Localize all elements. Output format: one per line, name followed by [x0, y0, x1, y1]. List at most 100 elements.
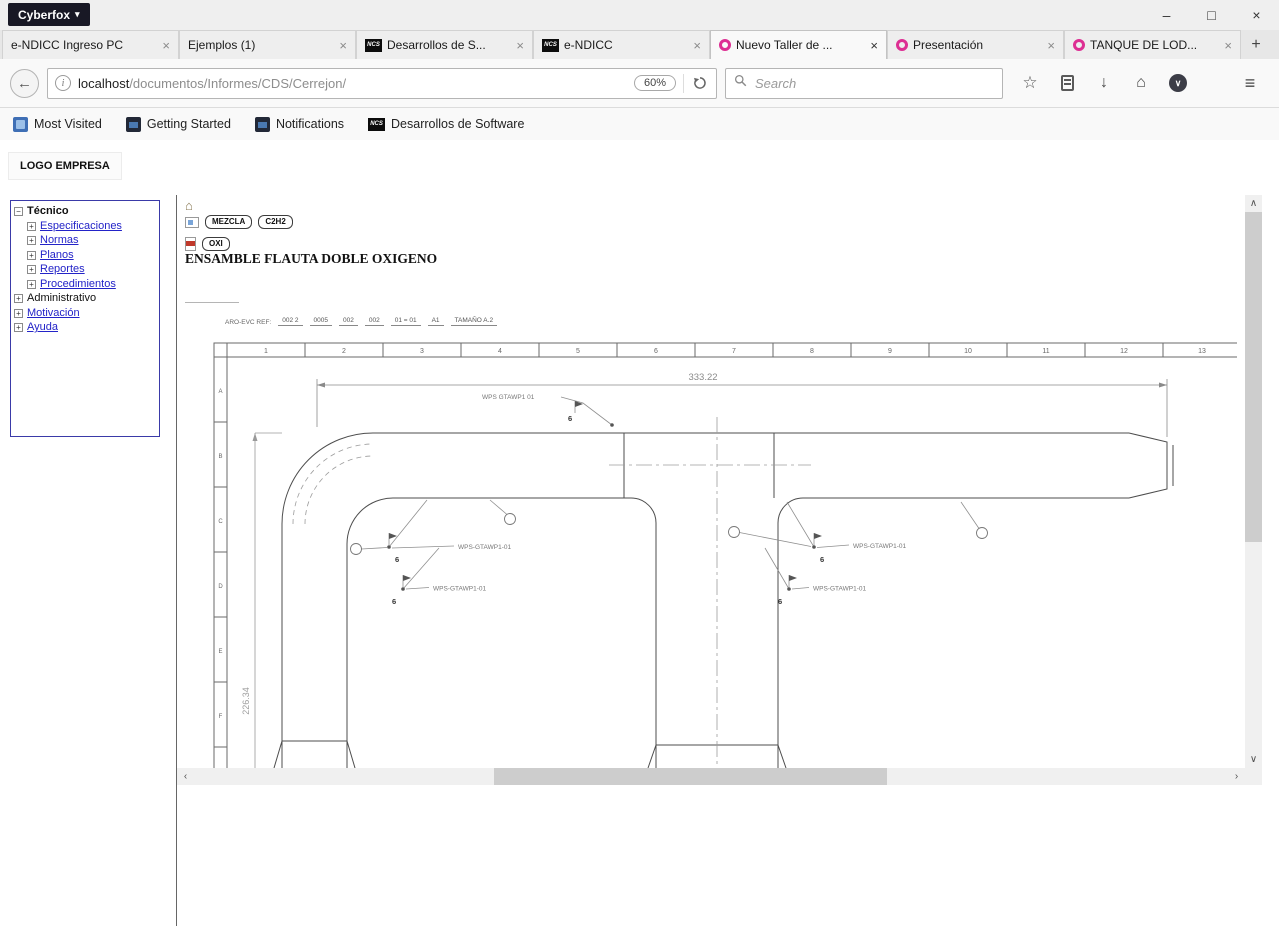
tree-node-planos[interactable]: + Planos	[14, 249, 156, 263]
close-button[interactable]: ×	[1234, 0, 1279, 29]
tab-label: Nuevo Taller de ...	[736, 38, 865, 52]
tree-node-administrativo[interactable]: + Administrativo	[14, 292, 156, 306]
tab-nuevo-taller-active[interactable]: Nuevo Taller de ... ×	[710, 30, 887, 59]
tree-node-ayuda[interactable]: + Ayuda	[14, 321, 156, 335]
dimension-height: 226.34	[241, 433, 282, 768]
search-input[interactable]	[753, 75, 994, 92]
cyberfox-menu-button[interactable]: Cyberfox ▾	[8, 3, 90, 26]
expand-icon[interactable]: +	[27, 236, 36, 245]
tab-label: TANQUE DE LOD...	[1090, 38, 1219, 52]
expand-icon[interactable]: +	[14, 309, 23, 318]
tab-close-icon[interactable]: ×	[339, 39, 347, 52]
svg-text:9: 9	[888, 348, 892, 355]
document-tree: − Técnico + Especificaciones + Normas + …	[10, 200, 160, 437]
tab-ejemplos[interactable]: Ejemplos (1) ×	[179, 30, 356, 59]
bookmark-getting-started[interactable]: Getting Started	[126, 117, 231, 132]
scroll-right-icon[interactable]: ›	[1228, 768, 1245, 785]
hamburger-menu-icon[interactable]: ≡	[1239, 72, 1261, 94]
pdf-icon[interactable]	[185, 237, 196, 251]
home-link-icon[interactable]: ⌂	[185, 198, 193, 213]
zoom-level-button[interactable]: 60%	[634, 75, 676, 91]
expand-icon[interactable]: +	[27, 265, 36, 274]
sheet-border	[214, 343, 1237, 768]
tab-presentacion[interactable]: Presentación ×	[887, 30, 1064, 59]
ncs-favicon-icon: NCS	[365, 39, 382, 52]
tree-node-especificaciones[interactable]: + Especificaciones	[14, 220, 156, 234]
tree-node-tecnico[interactable]: − Técnico	[14, 205, 156, 219]
getting-started-icon	[126, 117, 141, 132]
svg-text:WPS GTAWP1 01: WPS GTAWP1 01	[482, 394, 535, 401]
chevron-down-icon: ▾	[75, 9, 80, 20]
svg-text:2: 2	[342, 348, 346, 355]
back-button[interactable]: ←	[10, 69, 39, 98]
horizontal-scrollbar[interactable]: ‹ ›	[177, 768, 1245, 785]
row-letters: A B C D E F	[218, 389, 223, 720]
expand-icon[interactable]: +	[27, 280, 36, 289]
scrollbar-track[interactable]	[194, 768, 1228, 785]
svg-text:6: 6	[568, 414, 572, 423]
svg-text:3: 3	[420, 348, 424, 355]
oxi-link[interactable]: OXI	[202, 237, 230, 251]
bookmark-ncs-desarrollos[interactable]: NCS Desarrollos de Software	[368, 117, 524, 131]
bookmark-star-icon[interactable]: ☆	[1019, 72, 1041, 94]
image-icon	[185, 217, 199, 228]
tree-node-procedimientos[interactable]: + Procedimientos	[14, 278, 156, 292]
tab-endicc-ingreso[interactable]: e-NDICC Ingreso PC ×	[2, 30, 179, 59]
maximize-button[interactable]: □	[1189, 0, 1234, 29]
bookmark-label: Getting Started	[147, 117, 231, 131]
tab-close-icon[interactable]: ×	[516, 39, 524, 52]
svg-text:6: 6	[778, 597, 782, 606]
vertical-scrollbar[interactable]: ∧ ∨	[1245, 195, 1262, 768]
ncs-favicon-icon: NCS	[368, 118, 385, 131]
new-tab-button[interactable]: +	[1241, 30, 1271, 59]
bookmarks-panel-icon[interactable]	[1056, 72, 1078, 94]
pocket-icon[interactable]: ∨	[1167, 72, 1189, 94]
svg-text:10: 10	[964, 348, 972, 355]
drawing-title: ENSAMBLE FLAUTA DOBLE OXIGENO	[185, 251, 437, 267]
tab-close-icon[interactable]: ×	[162, 39, 170, 52]
scroll-left-icon[interactable]: ‹	[177, 768, 194, 785]
svg-text:7: 7	[732, 348, 736, 355]
search-icon	[734, 74, 747, 92]
reload-icon[interactable]	[691, 74, 709, 92]
scrollbar-thumb[interactable]	[494, 768, 887, 785]
search-bar[interactable]	[725, 68, 1003, 99]
mezcla-link[interactable]: MEZCLA	[205, 215, 252, 229]
tab-endicc[interactable]: NCS e-NDICC ×	[533, 30, 710, 59]
tab-desarrollos[interactable]: NCS Desarrollos de S... ×	[356, 30, 533, 59]
notifications-icon	[255, 117, 270, 132]
expand-icon[interactable]: +	[27, 251, 36, 260]
tab-tanque[interactable]: TANQUE DE LOD... ×	[1064, 30, 1241, 59]
browser-window: Cyberfox ▾ – □ × e-NDICC Ingreso PC × Ej…	[0, 0, 1279, 927]
document-frame: ⌂ MEZCLA C2H2 OXI ENSAMBLE FLAUTA DOBLE …	[177, 195, 1262, 785]
expand-icon[interactable]: +	[14, 294, 23, 303]
svg-text:226.34: 226.34	[241, 687, 251, 715]
ncs-favicon-icon: NCS	[542, 39, 559, 52]
most-visited-icon	[13, 117, 28, 132]
tree-node-motivacion[interactable]: + Motivación	[14, 307, 156, 321]
tree-node-reportes[interactable]: + Reportes	[14, 263, 156, 277]
app-button-label: Cyberfox	[18, 8, 70, 22]
scroll-down-icon[interactable]: ∨	[1245, 751, 1262, 768]
bookmark-notifications[interactable]: Notifications	[255, 117, 344, 132]
scroll-up-icon[interactable]: ∧	[1245, 195, 1262, 212]
c2h2-link[interactable]: C2H2	[258, 215, 292, 229]
site-info-icon[interactable]: i	[55, 75, 71, 91]
tab-close-icon[interactable]: ×	[1224, 39, 1232, 52]
tab-close-icon[interactable]: ×	[870, 39, 878, 52]
expand-icon[interactable]: +	[27, 222, 36, 231]
home-icon[interactable]: ⌂	[1130, 72, 1152, 94]
collapse-icon[interactable]: −	[14, 207, 23, 216]
bookmark-most-visited[interactable]: Most Visited	[13, 117, 102, 132]
scrollbar-thumb[interactable]	[1245, 212, 1262, 542]
downloads-icon[interactable]: ↓	[1093, 72, 1115, 94]
tree-node-normas[interactable]: + Normas	[14, 234, 156, 248]
minimize-button[interactable]: –	[1144, 0, 1189, 29]
tab-label: Presentación	[913, 38, 1042, 52]
tab-close-icon[interactable]: ×	[1047, 39, 1055, 52]
url-bar[interactable]: i localhost/documentos/Informes/CDS/Cerr…	[47, 68, 717, 99]
site-favicon-icon	[719, 39, 731, 51]
svg-text:1: 1	[264, 348, 268, 355]
tab-close-icon[interactable]: ×	[693, 39, 701, 52]
expand-icon[interactable]: +	[14, 323, 23, 332]
